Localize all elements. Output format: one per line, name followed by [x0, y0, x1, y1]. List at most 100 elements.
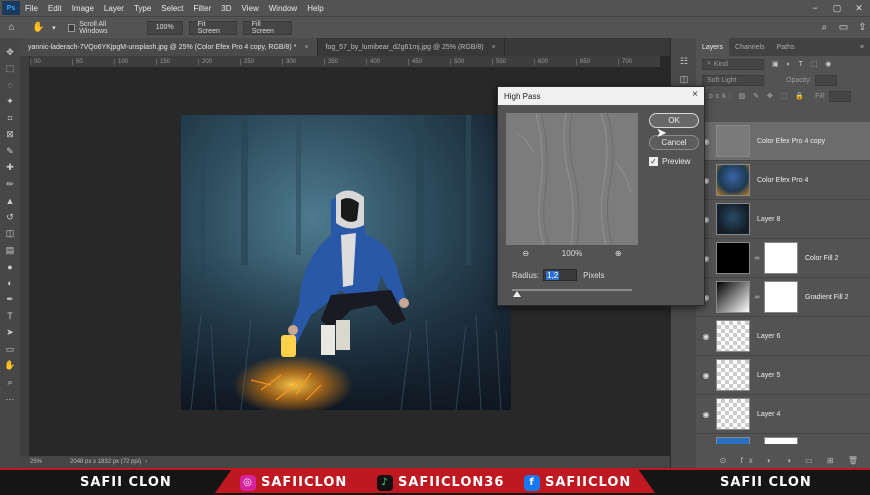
- opacity-input[interactable]: [814, 74, 837, 86]
- layer-thumbnail[interactable]: [716, 320, 750, 352]
- layer-thumbnail[interactable]: [716, 164, 750, 196]
- stamp-tool-icon[interactable]: ▲: [0, 193, 20, 210]
- hand-tool-icon[interactable]: ✋: [31, 20, 46, 36]
- menu-edit[interactable]: Edit: [43, 4, 67, 13]
- marquee-tool-icon[interactable]: ⬚: [0, 61, 20, 78]
- blend-mode-select[interactable]: Soft Light: [702, 74, 764, 86]
- more-tools-icon[interactable]: ···: [0, 391, 20, 408]
- dodge-tool-icon[interactable]: ◐: [0, 275, 20, 292]
- rectangle-tool-icon[interactable]: ▭: [0, 341, 20, 358]
- fill-screen-button[interactable]: Fill Screen: [242, 20, 292, 35]
- layer-mask-thumbnail[interactable]: [764, 437, 798, 444]
- menu-filter[interactable]: Filter: [189, 4, 217, 13]
- blur-tool-icon[interactable]: ●: [0, 259, 20, 276]
- close-tab-icon[interactable]: ×: [304, 44, 308, 51]
- eyedropper-icon[interactable]: ✎: [0, 143, 20, 160]
- eraser-icon[interactable]: ◫: [0, 226, 20, 243]
- fit-screen-button[interactable]: Fit Screen: [188, 20, 237, 35]
- fill-input[interactable]: [829, 90, 852, 102]
- healing-brush-icon[interactable]: ✚: [0, 160, 20, 177]
- link-icon[interactable]: ∞: [752, 255, 762, 262]
- radius-input[interactable]: 1,2: [543, 269, 578, 281]
- workspace-icon[interactable]: ▭: [836, 20, 851, 36]
- scroll-all-windows[interactable]: Scroll All Windows: [67, 21, 133, 35]
- status-zoom[interactable]: 25%: [30, 459, 42, 465]
- status-arrow-icon[interactable]: ›: [145, 459, 147, 465]
- menu-help[interactable]: Help: [302, 4, 328, 13]
- layer-thumbnail[interactable]: [716, 359, 750, 391]
- eye-icon[interactable]: ◉: [696, 371, 716, 380]
- close-tab-icon[interactable]: ×: [492, 44, 496, 51]
- zoom-in-icon[interactable]: ⊕: [615, 249, 622, 258]
- preview-checkbox-row[interactable]: ✓ Preview: [649, 157, 690, 166]
- layer-thumbnail[interactable]: [716, 398, 750, 430]
- kind-filter[interactable]: ⌕ Kind: [702, 58, 764, 70]
- tab-paths[interactable]: Paths: [771, 38, 801, 56]
- layer-thumbnail[interactable]: [716, 203, 750, 235]
- path-select-icon[interactable]: ➤: [0, 325, 20, 342]
- tab-document-1[interactable]: yannic-laderach-7VQo6YKjpgM-unsplash.jpg…: [20, 38, 318, 56]
- eye-icon[interactable]: ◉: [696, 410, 716, 419]
- menu-layer[interactable]: Layer: [99, 4, 129, 13]
- layer-row[interactable]: ◉ Layer 4: [696, 395, 870, 434]
- layer-row[interactable]: ◉∞Color Fill 1: [696, 434, 870, 444]
- layer-thumbnail[interactable]: [716, 437, 750, 444]
- maximize-icon[interactable]: ▢: [826, 0, 848, 16]
- menu-image[interactable]: Image: [67, 4, 99, 13]
- close-icon[interactable]: ×: [692, 89, 698, 100]
- home-icon[interactable]: ⌂: [4, 20, 19, 36]
- move-tool-icon[interactable]: ✥: [0, 44, 20, 61]
- scroll-all-checkbox[interactable]: [67, 23, 76, 32]
- menu-select[interactable]: Select: [156, 4, 188, 13]
- frame-tool-icon[interactable]: ⊠: [0, 127, 20, 144]
- hand-icon[interactable]: ✋: [0, 358, 20, 375]
- tab-document-2[interactable]: fog_57_by_lumibear_d2g61mj.jpg @ 25% (RG…: [318, 38, 505, 56]
- tab-layers[interactable]: Layers: [696, 38, 730, 56]
- lasso-tool-icon[interactable]: ◌: [0, 77, 20, 94]
- crop-tool-icon[interactable]: ⌗: [0, 110, 20, 127]
- layer-thumbnail[interactable]: [716, 125, 750, 157]
- document-image[interactable]: [181, 115, 511, 410]
- close-window-icon[interactable]: ✕: [848, 0, 870, 16]
- slider-handle[interactable]: [513, 291, 521, 297]
- type-tool-icon[interactable]: T: [0, 308, 20, 325]
- properties-icon[interactable]: ☷: [671, 52, 697, 70]
- layer-row[interactable]: ◉ Layer 6: [696, 317, 870, 356]
- layer-thumbnail[interactable]: [716, 242, 750, 274]
- brush-tool-icon[interactable]: ✏: [0, 176, 20, 193]
- history-brush-icon[interactable]: ↺: [0, 209, 20, 226]
- menu-3d[interactable]: 3D: [216, 4, 236, 13]
- layer-thumbnail[interactable]: [716, 281, 750, 313]
- search-icon[interactable]: ⌕: [817, 20, 832, 36]
- eye-icon[interactable]: ◉: [696, 332, 716, 341]
- share-icon[interactable]: ⇪: [855, 20, 870, 36]
- chevron-down-icon[interactable]: ▾: [50, 20, 58, 36]
- menu-window[interactable]: Window: [264, 4, 302, 13]
- gradient-tool-icon[interactable]: ▤: [0, 242, 20, 259]
- layers-footer-icons[interactable]: ⊙ fx ◐ ◑ ▭ ⊞ 🗑: [696, 452, 870, 468]
- minimize-icon[interactable]: −: [804, 0, 826, 16]
- lock-icons[interactable]: Lock: ▨ ✎ ✥ ⬚ 🔒: [702, 92, 807, 100]
- layer-row[interactable]: ◉ Color Efex Pro 4: [696, 161, 870, 200]
- layer-row[interactable]: ◉ Color Efex Pro 4 copy: [696, 122, 870, 161]
- filter-preview[interactable]: [506, 113, 638, 245]
- tab-channels[interactable]: Channels: [729, 38, 771, 56]
- radius-slider[interactable]: [512, 289, 632, 291]
- menu-type[interactable]: Type: [129, 4, 156, 13]
- zoom-out-icon[interactable]: ⊖: [522, 249, 529, 258]
- magic-wand-icon[interactable]: ✦: [0, 94, 20, 111]
- layer-mask-thumbnail[interactable]: [764, 242, 798, 274]
- layer-row[interactable]: ◉ Layer 8: [696, 200, 870, 239]
- layer-row[interactable]: ◉ ∞ Color Fill 2: [696, 239, 870, 278]
- link-icon[interactable]: ∞: [752, 294, 762, 301]
- zoom-tool-icon[interactable]: ⌕: [0, 374, 20, 391]
- menu-file[interactable]: File: [20, 4, 43, 13]
- layer-row[interactable]: ◉ Layer 5: [696, 356, 870, 395]
- menu-view[interactable]: View: [237, 4, 264, 13]
- pen-tool-icon[interactable]: ✒: [0, 292, 20, 309]
- preview-checkbox[interactable]: ✓: [649, 157, 658, 166]
- layer-mask-thumbnail[interactable]: [764, 281, 798, 313]
- filter-icons[interactable]: ▣ ◐ T ⬚ ◉: [772, 60, 834, 68]
- layer-row[interactable]: ◉ ∞ Gradient Fill 2: [696, 278, 870, 317]
- zoom-100-button[interactable]: 100%: [146, 20, 183, 35]
